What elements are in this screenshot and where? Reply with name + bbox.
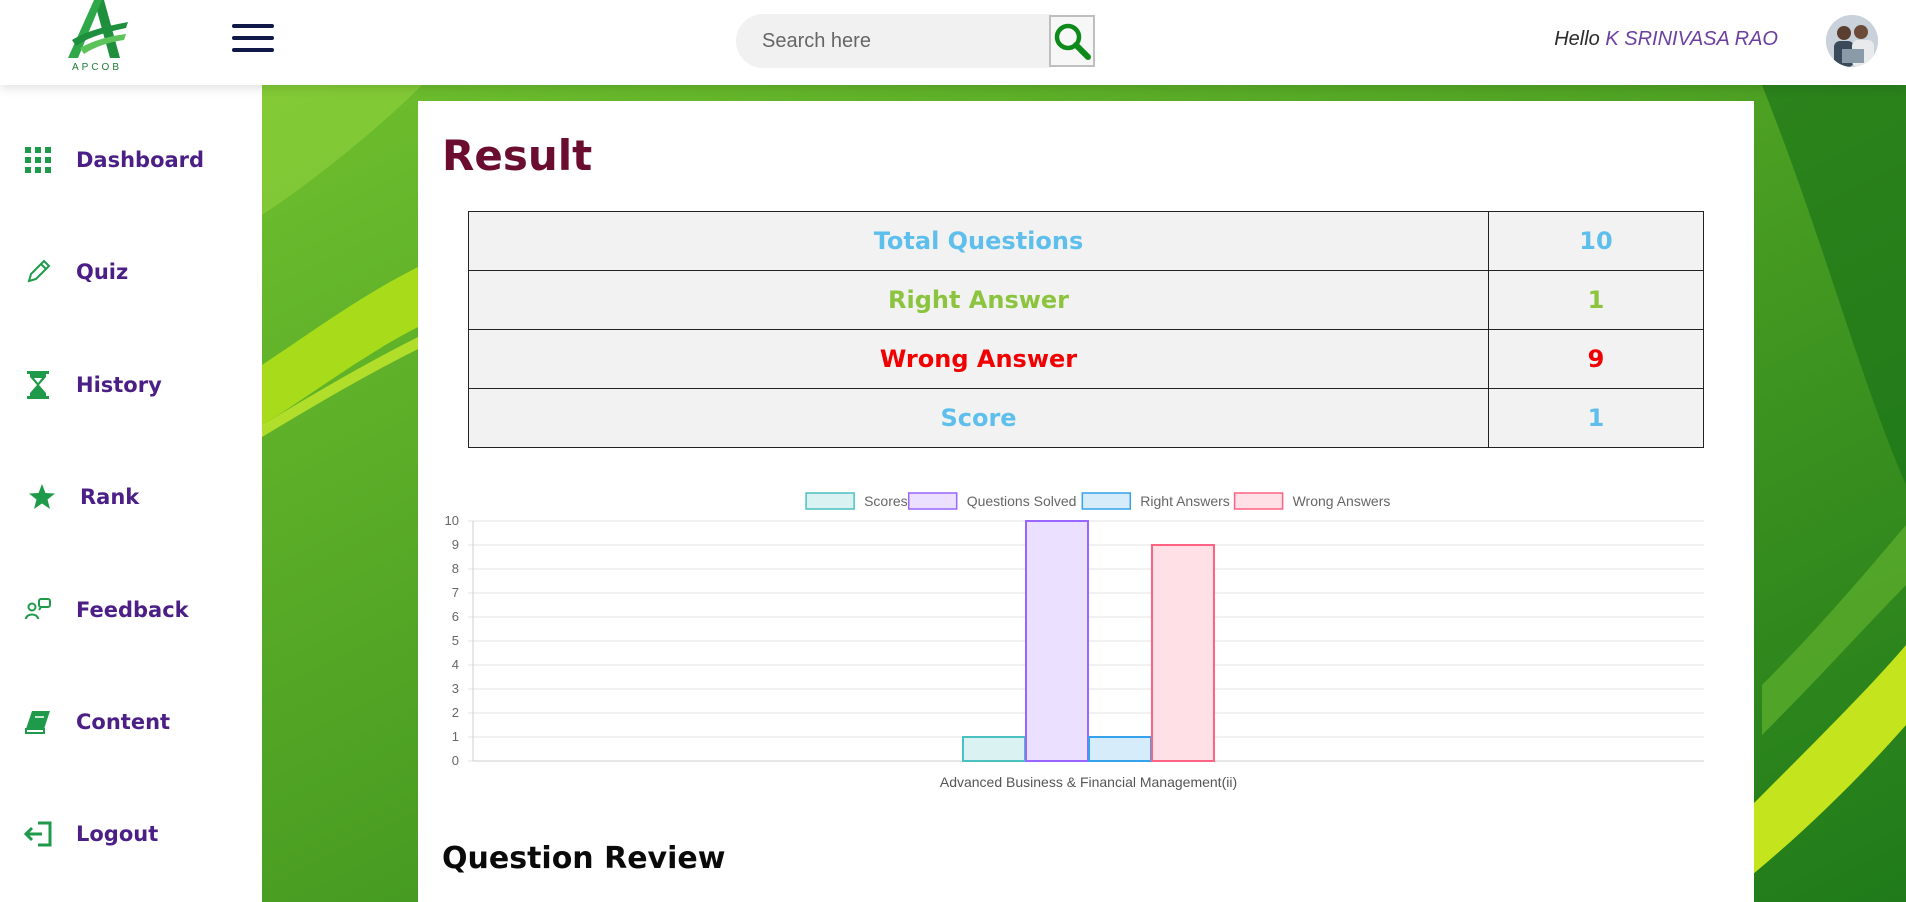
legend-swatch — [1081, 492, 1132, 510]
grid-icon — [24, 146, 52, 174]
result-summary-table: Total Questions 10 Right Answer 1 Wrong … — [468, 211, 1704, 448]
y-tick-label: 5 — [452, 633, 459, 648]
table-row: Total Questions 10 — [468, 211, 1704, 271]
summary-value: 1 — [1488, 388, 1704, 448]
summary-label: Right Answer — [468, 270, 1489, 330]
y-tick-label: 0 — [452, 753, 459, 768]
bar-scores — [962, 736, 1026, 762]
y-tick-label: 3 — [452, 681, 459, 696]
table-row: Score 1 — [468, 388, 1704, 448]
sidebar-item-rank[interactable]: Rank — [0, 469, 262, 525]
bar-questions-solved — [1025, 520, 1089, 762]
user-name: K SRINIVASA RAO — [1605, 28, 1778, 50]
top-header: APCOB Hello K SRINIVASA RAO — [0, 0, 1906, 85]
x-tick-label: Advanced Business & Financial Management… — [940, 774, 1237, 790]
y-tick-label: 9 — [452, 537, 459, 552]
y-tick-label: 4 — [452, 657, 459, 672]
y-tick-label: 2 — [452, 705, 459, 720]
table-row: Wrong Answer 9 — [468, 329, 1704, 389]
result-card: Result Total Questions 10 Right Answer 1… — [418, 101, 1754, 902]
sidebar-item-label: Quiz — [76, 260, 129, 284]
star-icon — [28, 483, 56, 511]
legend-label: Right Answers — [1140, 493, 1229, 509]
sidebar-item-label: Feedback — [76, 598, 189, 622]
legend-swatch — [805, 492, 855, 510]
chat-icon — [24, 596, 52, 624]
legend-label: Questions Solved — [967, 493, 1077, 509]
question-review-heading: Question Review — [442, 841, 726, 876]
sidebar-item-feedback[interactable]: Feedback — [0, 582, 262, 638]
y-tick-label: 6 — [452, 609, 459, 624]
sidebar-item-history[interactable]: History — [0, 357, 262, 413]
menu-bar — [232, 36, 274, 40]
y-tick-label: 7 — [452, 585, 459, 600]
search-input[interactable] — [736, 14, 1051, 68]
sidebar-item-label: History — [76, 373, 162, 397]
greeting-text: Hello — [1554, 28, 1600, 50]
summary-label: Total Questions — [468, 211, 1489, 271]
bar-right-answers — [1088, 736, 1152, 762]
legend-label: Wrong Answers — [1293, 493, 1391, 509]
search-bar — [736, 14, 1096, 68]
logo-mark-icon — [68, 0, 128, 58]
menu-toggle-button[interactable] — [232, 24, 274, 56]
apcob-logo[interactable]: APCOB — [58, 0, 136, 76]
legend-swatch — [1233, 492, 1284, 510]
sidebar-item-dashboard[interactable]: Dashboard — [0, 132, 262, 188]
y-tick-label: 8 — [452, 561, 459, 576]
page-title: Result — [442, 131, 593, 180]
logo-text: APCOB — [71, 62, 122, 73]
sidebar-item-label: Logout — [76, 822, 159, 846]
legend-label: Scores — [864, 493, 908, 509]
summary-value: 9 — [1488, 329, 1704, 389]
user-avatar-icon — [1826, 15, 1878, 67]
user-greeting: Hello K SRINIVASA RAO — [1554, 28, 1778, 51]
book-icon — [24, 708, 52, 736]
search-button[interactable] — [1049, 15, 1095, 67]
summary-value: 1 — [1488, 270, 1704, 330]
y-tick-label: 10 — [445, 513, 459, 528]
search-icon — [1054, 23, 1091, 60]
logout-icon — [24, 820, 52, 848]
summary-value: 10 — [1488, 211, 1704, 271]
menu-bar — [232, 24, 274, 28]
sidebar-item-logout[interactable]: Logout — [0, 806, 262, 862]
table-row: Right Answer 1 — [468, 270, 1704, 330]
menu-bar — [232, 48, 274, 52]
y-tick-label: 1 — [452, 729, 459, 744]
sidebar: Dashboard Quiz History Rank Feedback Con… — [0, 85, 262, 902]
sidebar-item-quiz[interactable]: Quiz — [0, 244, 262, 300]
summary-label: Wrong Answer — [468, 329, 1489, 389]
legend-swatch — [907, 492, 958, 510]
sidebar-item-content[interactable]: Content — [0, 694, 262, 750]
pencil-icon — [24, 258, 52, 286]
results-bar-chart: 0 1 2 3 4 5 6 7 8 9 10 Advanced Business & Financia… — [445, 492, 1704, 790]
avatar[interactable] — [1826, 15, 1878, 67]
sidebar-item-label: Rank — [80, 485, 140, 509]
sidebar-item-label: Content — [76, 710, 171, 734]
summary-label: Score — [468, 388, 1489, 448]
hourglass-icon — [24, 371, 52, 399]
sidebar-item-label: Dashboard — [76, 148, 205, 172]
bar-wrong-answers — [1151, 544, 1215, 762]
